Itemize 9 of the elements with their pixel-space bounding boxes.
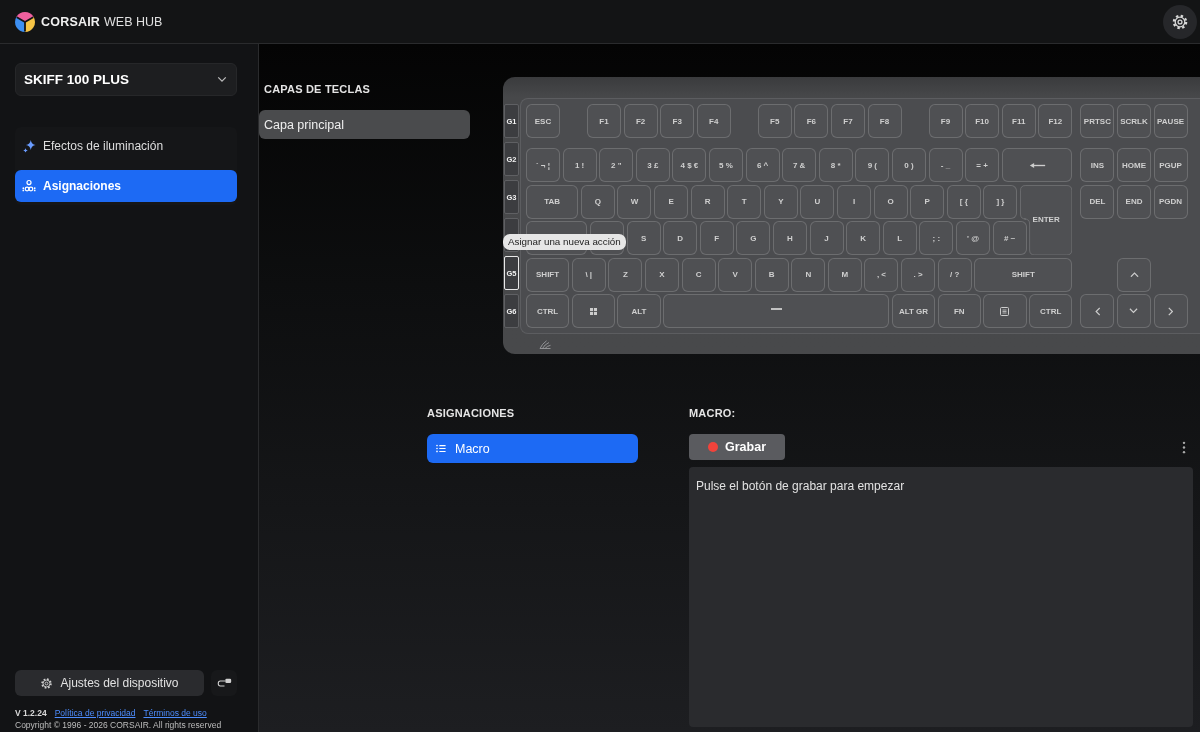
section-title: CAPAS DE TECLAS <box>264 83 372 96</box>
tooltip: Asignar una nueva acción <box>503 234 626 250</box>
section-title: MACRO: <box>689 407 737 420</box>
section-title: ASIGNACIONES <box>427 407 515 420</box>
copyright-text: Copyright © 1996 - 2026 CORSAIR. All rights reserved <box>15 720 223 732</box>
brand-name: CORSAIR <box>41 14 101 29</box>
version-text: V 1.2.24 <box>15 708 47 719</box>
product-name: WEB HUB <box>104 14 163 29</box>
hint-text: Pulse el botón de grabar para empezar <box>696 479 905 493</box>
